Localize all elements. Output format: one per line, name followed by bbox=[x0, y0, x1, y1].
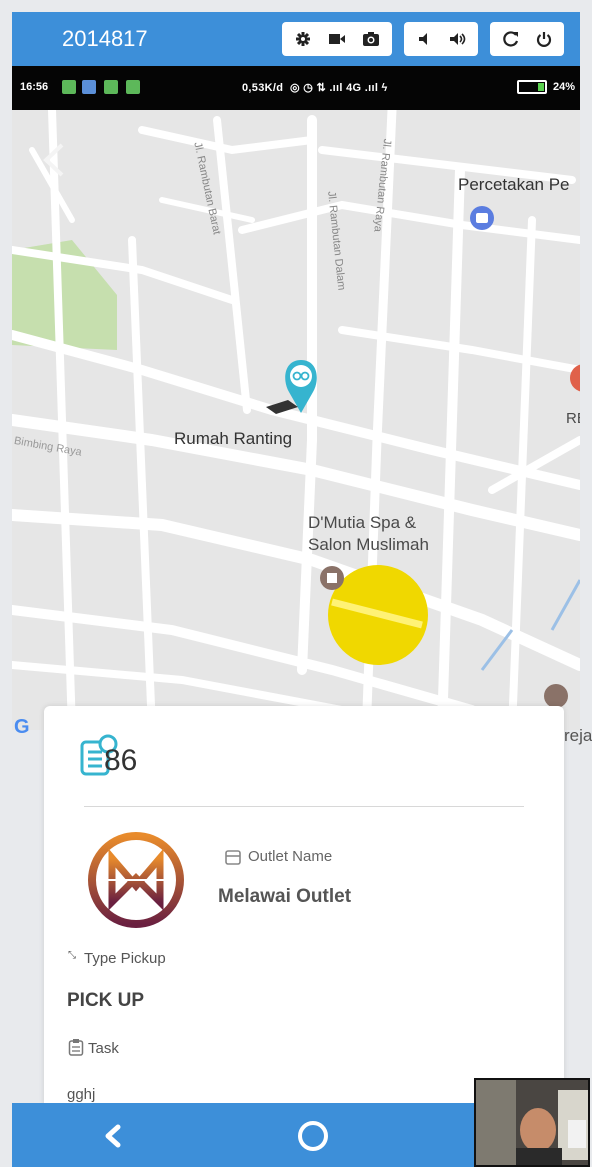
task-label: Task bbox=[88, 1040, 119, 1057]
back-icon[interactable] bbox=[96, 1119, 130, 1153]
google-logo: G bbox=[14, 716, 30, 738]
camera-icon[interactable] bbox=[357, 25, 385, 53]
type-pickup-value: PICK UP bbox=[67, 990, 145, 1011]
device-controls bbox=[490, 22, 564, 56]
outlet-name-label: Outlet Name bbox=[248, 848, 333, 865]
volume-up-icon[interactable] bbox=[444, 25, 472, 53]
notification-icon bbox=[104, 80, 118, 94]
map-place-percetakan[interactable]: Percetakan Pe bbox=[458, 174, 570, 196]
map-place-dmutia[interactable]: D'Mutia Spa & Salon Muslimah bbox=[308, 512, 429, 556]
network-type: 4G bbox=[346, 82, 362, 94]
power-icon[interactable] bbox=[530, 25, 558, 53]
map-place-rb: RB bbox=[566, 410, 580, 427]
battery-percent: 24% bbox=[553, 81, 576, 93]
store-icon bbox=[224, 848, 242, 866]
home-icon[interactable] bbox=[298, 1121, 328, 1151]
map-place-rumah-ranting[interactable]: Rumah Ranting bbox=[174, 428, 292, 450]
rotate-icon[interactable] bbox=[497, 25, 525, 53]
map-view[interactable]: Percetakan Pe Rumah Ranting D'Mutia Spa … bbox=[12, 110, 580, 730]
outlet-logo bbox=[86, 830, 186, 930]
status-bar: 16:56 0,53K/d ◎ ◷ ⇅ .ııl 4G .ııl ϟ 24% bbox=[12, 66, 580, 110]
settings-icon[interactable] bbox=[289, 25, 317, 53]
volume-controls bbox=[404, 22, 478, 56]
type-pickup-label: Type Pickup bbox=[84, 950, 166, 967]
video-icon[interactable] bbox=[323, 25, 351, 53]
poi-icon bbox=[544, 684, 568, 708]
task-value: gghj bbox=[67, 1086, 96, 1103]
status-time: 16:56 bbox=[20, 81, 49, 93]
emulator-toolbar: 2014817 bbox=[12, 12, 580, 66]
divider bbox=[84, 806, 524, 807]
webcam-thumbnail bbox=[474, 1078, 590, 1167]
expand-arrows-icon: ⤡ bbox=[68, 950, 76, 961]
order-id: 86 bbox=[104, 744, 138, 777]
network-speed: 0,53K/d bbox=[242, 82, 284, 94]
clipboard-icon bbox=[68, 1038, 84, 1056]
volume-down-icon[interactable] bbox=[411, 25, 439, 53]
status-indicators: 0,53K/d ◎ ◷ ⇅ .ııl 4G .ııl ϟ bbox=[242, 82, 388, 94]
map-canvas bbox=[12, 110, 580, 730]
media-controls bbox=[282, 22, 392, 56]
notification-icon bbox=[82, 80, 96, 94]
battery-icon bbox=[517, 80, 547, 94]
emulator-title: 2014817 bbox=[62, 26, 148, 51]
notification-icon bbox=[62, 80, 76, 94]
map-place-reja: reja bbox=[564, 726, 592, 745]
notification-icon bbox=[126, 80, 140, 94]
outlet-name-value: Melawai Outlet bbox=[218, 886, 352, 907]
